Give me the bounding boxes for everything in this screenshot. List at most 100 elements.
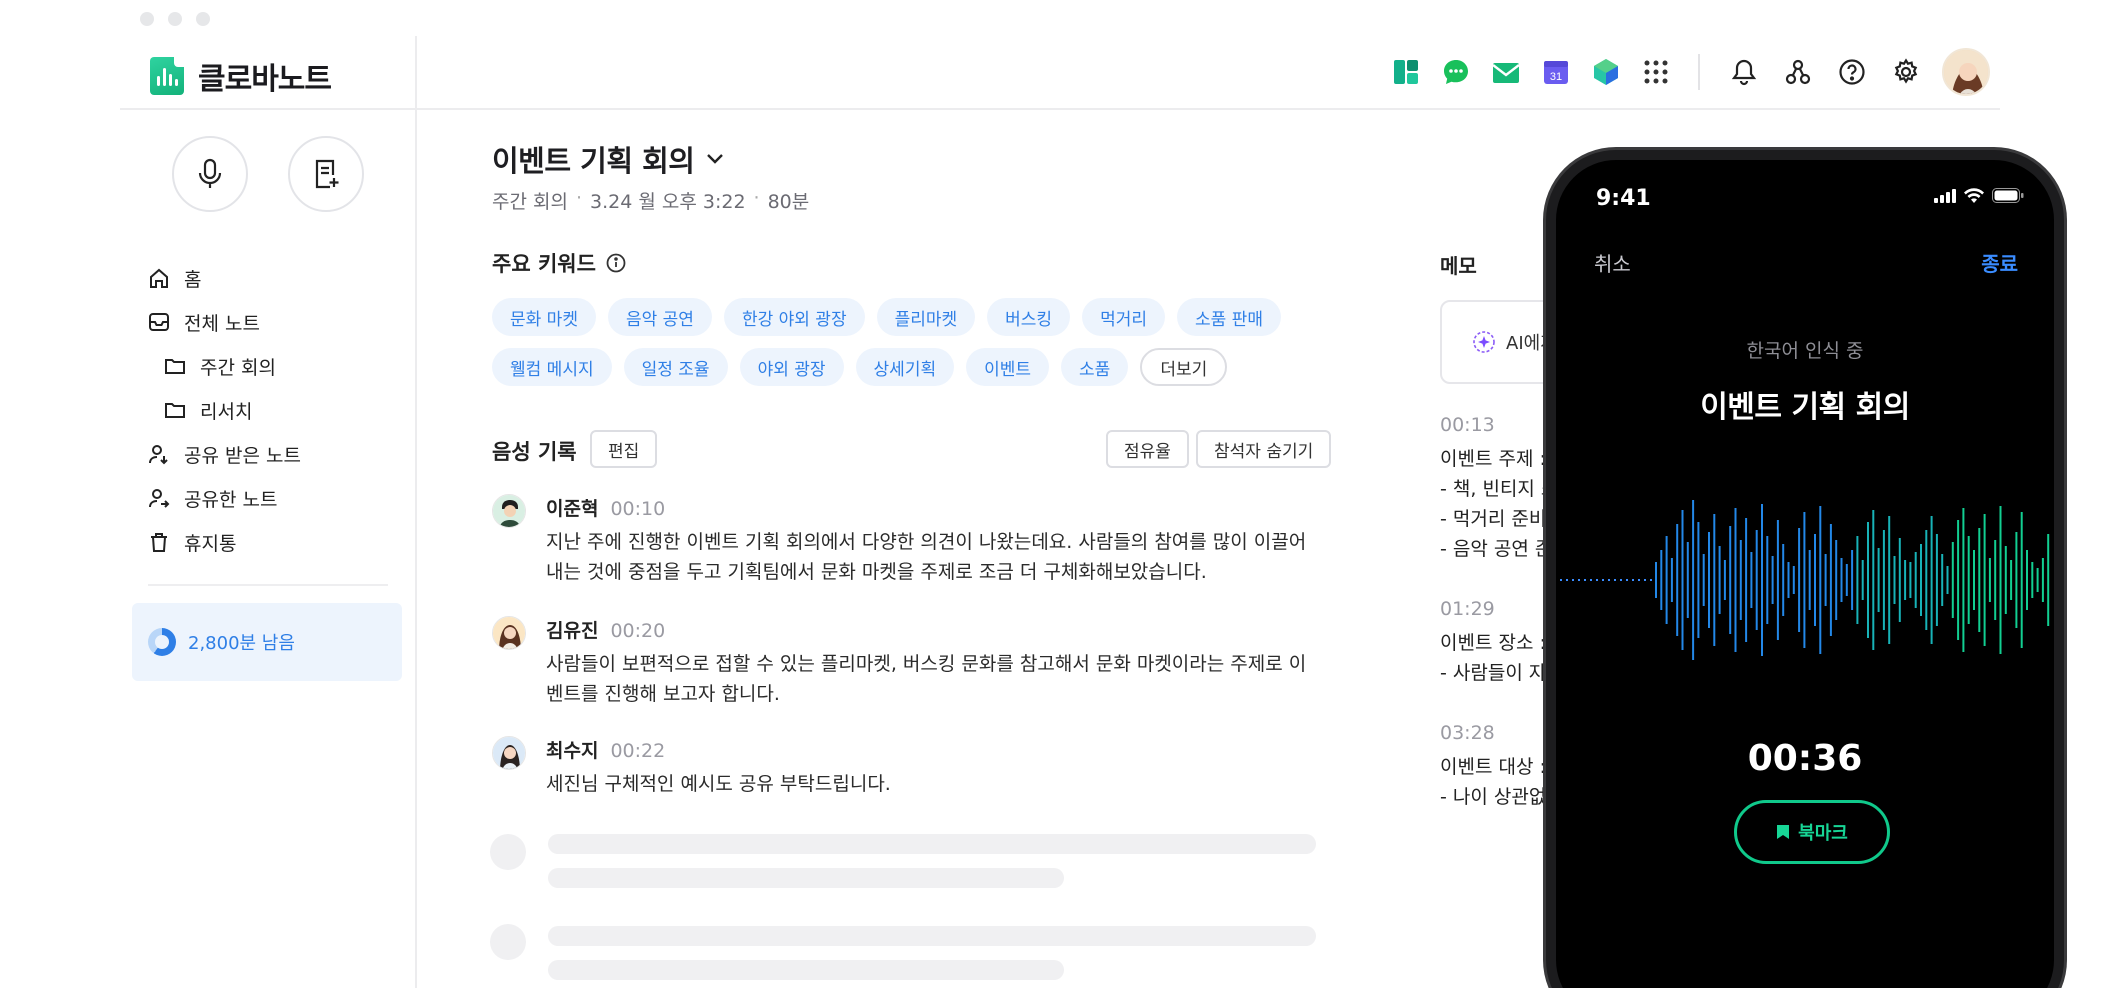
chat-icon[interactable] bbox=[1440, 56, 1472, 88]
sidebar-item-label: 홈 bbox=[184, 268, 202, 291]
keyword-chips: 문화 마켓 음악 공연 한강 야외 광장 플리마켓 버스킹 먹거리 소품 판매 … bbox=[492, 298, 1292, 386]
memo-entry[interactable]: 00:13 이벤트 주제 : - 책, 빈티지 소 - 먹거리 준비 - 음악 … bbox=[1440, 410, 1558, 564]
share-rate-button[interactable]: 점유율 bbox=[1106, 430, 1189, 468]
meta-separator: · bbox=[753, 187, 760, 209]
keywords-heading: 주요 키워드 bbox=[492, 248, 626, 278]
memo-line: 이벤트 대상 : bbox=[1440, 756, 1546, 778]
phone-clock: 9:41 bbox=[1596, 186, 1651, 211]
sidebar-nav: 홈 전체 노트 주간 회의 리서치 공유 받은 노트 공유한 노트 휴지통 bbox=[148, 256, 301, 564]
cancel-button[interactable]: 취소 bbox=[1594, 248, 1631, 277]
bell-icon[interactable] bbox=[1726, 54, 1762, 90]
memo-line: - 책, 빈티지 소 bbox=[1440, 478, 1559, 500]
sidebar-item-label: 전체 노트 bbox=[184, 312, 260, 335]
edit-button[interactable]: 편집 bbox=[590, 430, 658, 468]
quota-badge[interactable]: 2,800분 남음 bbox=[132, 603, 402, 681]
skeleton-avatar bbox=[490, 834, 526, 870]
top-header: 클로바노트 31 bbox=[120, 42, 2000, 110]
sidebar-item-shared-by-me[interactable]: 공유한 노트 bbox=[148, 476, 301, 520]
sidebar-item-home[interactable]: 홈 bbox=[148, 256, 301, 300]
chevron-down-icon[interactable] bbox=[706, 153, 724, 165]
phone-recording-screen: 9:41 취소 종료 한국어 인식 중 이벤트 기획 회의 00:36 북마크 bbox=[1546, 150, 2064, 988]
window-dot[interactable] bbox=[168, 12, 182, 26]
keyword-chip[interactable]: 야외 광장 bbox=[739, 348, 844, 386]
sidebar-item-trash[interactable]: 휴지통 bbox=[148, 520, 301, 564]
end-button[interactable]: 종료 bbox=[1981, 248, 2018, 277]
app-logo[interactable]: 클로바노트 bbox=[150, 54, 332, 98]
gear-icon[interactable] bbox=[1888, 54, 1924, 90]
keyword-chip[interactable]: 일정 조율 bbox=[623, 348, 728, 386]
record-heading: 음성 기록 bbox=[492, 436, 577, 466]
keyword-chip[interactable]: 음악 공연 bbox=[607, 298, 712, 336]
note-title-row[interactable]: 이벤트 기획 회의 bbox=[492, 138, 724, 180]
utterance[interactable]: 이준혁 00:10 지난 주에 진행한 이벤트 기획 회의에서 다양한 의견이 나… bbox=[492, 494, 1322, 587]
skeleton-line bbox=[548, 834, 1316, 854]
note-add-icon bbox=[315, 159, 339, 189]
keyword-chip[interactable]: 상세기획 bbox=[855, 348, 955, 386]
memo-line: - 사람들이 자 bbox=[1440, 662, 1547, 684]
memo-line: 이벤트 장소 : bbox=[1440, 632, 1546, 654]
utterance[interactable]: 최수지 00:22 세진님 구체적인 예시도 공유 부탁드립니다. bbox=[492, 736, 1322, 799]
utterance-time[interactable]: 00:10 bbox=[610, 498, 665, 520]
utterance[interactable]: 김유진 00:20 사람들이 보편적으로 접할 수 있는 플리마켓, 버스킹 문화… bbox=[492, 616, 1322, 709]
utterance-time[interactable]: 00:20 bbox=[610, 620, 665, 642]
keyword-chip[interactable]: 먹거리 bbox=[1082, 298, 1165, 336]
speaker-avatar bbox=[492, 736, 526, 770]
hide-participants-button[interactable]: 참석자 숨기기 bbox=[1196, 430, 1332, 468]
speaker-name: 이준혁 bbox=[546, 498, 599, 520]
sidebar-item-label: 공유 받은 노트 bbox=[184, 444, 301, 467]
memo-entry[interactable]: 01:29 이벤트 장소 : - 사람들이 자 bbox=[1440, 594, 1546, 688]
share-network-icon[interactable] bbox=[1780, 54, 1816, 90]
svg-text:31: 31 bbox=[1550, 71, 1562, 83]
info-icon[interactable] bbox=[606, 253, 626, 273]
keywords-label: 주요 키워드 bbox=[492, 252, 596, 276]
calendar-icon[interactable]: 31 bbox=[1540, 56, 1572, 88]
bookmark-label: 북마크 bbox=[1798, 823, 1848, 844]
inbox-icon bbox=[149, 313, 169, 331]
memo-entry[interactable]: 03:28 이벤트 대상 : - 나이 상관없 bbox=[1440, 718, 1546, 812]
window-dot[interactable] bbox=[196, 12, 210, 26]
sidebar-item-all-notes[interactable]: 전체 노트 bbox=[148, 300, 301, 344]
bookmark-button[interactable]: 북마크 bbox=[1734, 800, 1890, 864]
keyword-chip[interactable]: 버스킹 bbox=[987, 298, 1071, 336]
speaker-name: 김유진 bbox=[546, 620, 599, 642]
user-avatar[interactable] bbox=[1942, 48, 1990, 96]
recording-title: 이벤트 기획 회의 bbox=[1700, 390, 1910, 425]
cube-icon[interactable] bbox=[1590, 56, 1622, 88]
apps-grid-icon[interactable] bbox=[1640, 56, 1672, 88]
new-note-button[interactable] bbox=[288, 136, 364, 212]
quota-donut-icon bbox=[148, 628, 176, 656]
more-keywords-button[interactable]: 더보기 bbox=[1140, 348, 1228, 386]
sidebar-item-label: 주간 회의 bbox=[200, 356, 276, 379]
keyword-chip[interactable]: 문화 마켓 bbox=[492, 298, 596, 336]
utterance-time[interactable]: 00:22 bbox=[610, 740, 665, 762]
user-shared-icon bbox=[149, 489, 170, 508]
utterance-body: 이준혁 00:10 지난 주에 진행한 이벤트 기획 회의에서 다양한 의견이 나… bbox=[546, 494, 1322, 587]
sidebar-item-weekly-meeting[interactable]: 주간 회의 bbox=[148, 344, 301, 388]
sidebar-item-label: 공유한 노트 bbox=[184, 488, 278, 511]
sidebar-item-research[interactable]: 리서치 bbox=[148, 388, 301, 432]
sidebar-item-label: 리서치 bbox=[200, 400, 253, 423]
record-button[interactable] bbox=[172, 136, 248, 212]
keyword-chip[interactable]: 플리마켓 bbox=[876, 298, 976, 336]
dashboard-icon[interactable] bbox=[1390, 56, 1422, 88]
speaker-name: 최수지 bbox=[546, 740, 599, 762]
signal-icon bbox=[1934, 188, 1956, 203]
sidebar-item-shared-with-me[interactable]: 공유 받은 노트 bbox=[148, 432, 301, 476]
sidebar-item-label: 휴지통 bbox=[184, 532, 237, 555]
keyword-chip[interactable]: 이벤트 bbox=[966, 348, 1050, 386]
memo-line: - 음악 공연 준 bbox=[1440, 538, 1553, 560]
keyword-chip[interactable]: 소품 판매 bbox=[1177, 298, 1281, 336]
keyword-chip[interactable]: 웰컴 메시지 bbox=[492, 348, 612, 386]
battery-icon bbox=[1992, 188, 2024, 203]
window-dot[interactable] bbox=[140, 12, 154, 26]
mail-icon[interactable] bbox=[1490, 56, 1522, 88]
note-meta: 주간 회의 · 3.24 월 오후 3:22 · 80분 bbox=[492, 187, 809, 214]
window-controls bbox=[140, 12, 210, 26]
user-received-icon bbox=[149, 445, 168, 465]
recording-timer: 00:36 bbox=[1747, 738, 1863, 779]
help-icon[interactable] bbox=[1834, 54, 1870, 90]
memo-time: 01:29 bbox=[1440, 598, 1495, 620]
bookmark-icon bbox=[1777, 825, 1790, 839]
keyword-chip[interactable]: 한강 야외 광장 bbox=[723, 298, 865, 336]
keyword-chip[interactable]: 소품 bbox=[1061, 348, 1129, 386]
